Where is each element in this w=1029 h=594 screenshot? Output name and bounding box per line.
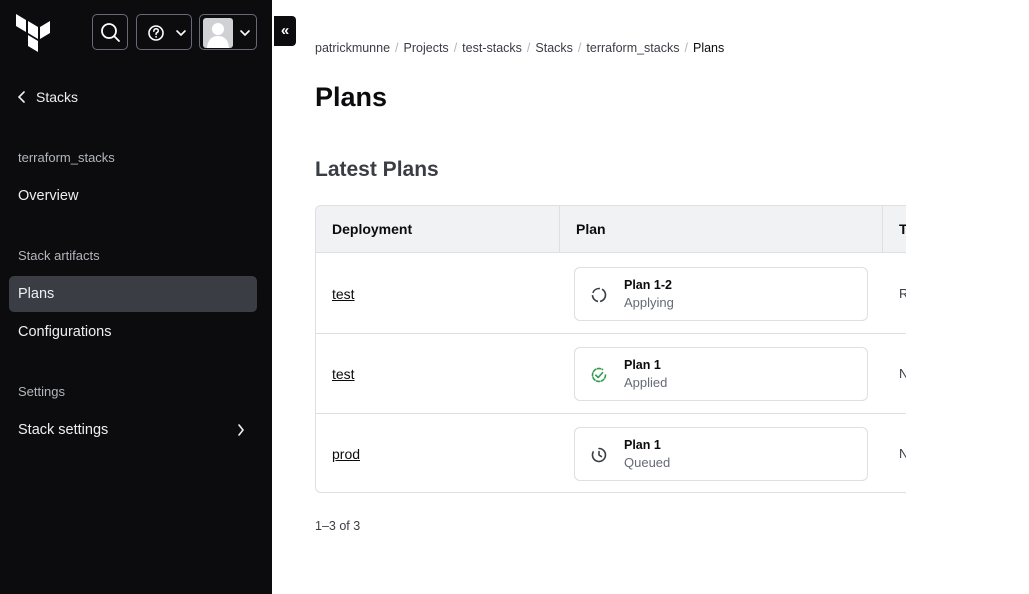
table-header: Deployment Plan T [316, 206, 906, 253]
breadcrumb-item-stacks[interactable]: Stacks [535, 41, 573, 55]
column-header-third: T [882, 206, 906, 253]
breadcrumb-item-current: Plans [692, 41, 725, 55]
sidebar-item-overview[interactable]: Overview [9, 178, 257, 214]
plan-name: Plan 1-2 [624, 278, 672, 292]
deployment-link[interactable]: prod [332, 446, 360, 462]
table-cell: R [899, 286, 906, 301]
plan-card[interactable]: Plan 1-2 Applying [574, 267, 868, 321]
table-row: prod Plan 1 Queued N [316, 414, 906, 492]
help-icon [148, 25, 186, 41]
sidebar-item-label: Configurations [18, 324, 112, 340]
clock-icon [591, 447, 607, 463]
chevron-down-icon [176, 30, 186, 37]
search-button[interactable] [92, 14, 128, 50]
stack-artifacts-heading: Stack artifacts [18, 248, 100, 263]
table-cell: N [899, 366, 906, 381]
search-icon [101, 23, 120, 42]
chevron-right-icon [238, 424, 245, 436]
chevron-left-icon [18, 91, 25, 103]
settings-heading: Settings [18, 384, 65, 399]
sidebar-item-label: Plans [18, 286, 55, 302]
avatar [203, 18, 250, 48]
plan-name: Plan 1 [624, 438, 661, 452]
applying-spinner-icon [591, 287, 607, 303]
plans-table: Deployment Plan T test Plan 1-2 Applying… [315, 205, 906, 493]
check-circle-icon [591, 367, 607, 383]
back-label: Stacks [36, 89, 79, 105]
sidebar-item-label: Stack settings [18, 422, 109, 438]
plan-card[interactable]: Plan 1 Applied [574, 347, 868, 401]
help-menu-button[interactable] [136, 14, 192, 50]
table-row: test Plan 1-2 Applying R [316, 254, 906, 334]
deployment-link[interactable]: test [332, 286, 355, 302]
breadcrumb-item-project[interactable]: test-stacks [462, 41, 522, 55]
column-header-plan: Plan [559, 206, 882, 253]
chevron-down-icon [240, 30, 250, 37]
plan-status: Applying [624, 295, 674, 310]
sidebar-item-stack-settings[interactable]: Stack settings [9, 412, 257, 448]
back-to-stacks-link[interactable]: Stacks [18, 89, 78, 105]
section-title: Latest Plans [315, 158, 439, 181]
breadcrumb-item-org[interactable]: patrickmunne [315, 41, 390, 55]
plan-status: Applied [624, 375, 668, 390]
sidebar-item-plans[interactable]: Plans [9, 276, 257, 312]
breadcrumb: patrickmunne / Projects / test-stacks / Stacks… [315, 41, 725, 55]
page-title: Plans [315, 82, 388, 112]
sidebar-item-configurations[interactable]: Configurations [9, 314, 257, 350]
pagination-info: 1–3 of 3 [315, 519, 361, 533]
plan-card[interactable]: Plan 1 Queued [574, 427, 868, 481]
table-cell: N [899, 446, 906, 461]
sidebar: Stacks terraform_stacks Overview Stack a… [0, 0, 272, 594]
plan-name: Plan 1 [624, 358, 661, 372]
stack-name-heading: terraform_stacks [18, 150, 115, 165]
deployment-link[interactable]: test [332, 366, 355, 382]
terraform-logo-icon[interactable] [16, 14, 52, 52]
collapse-sidebar-button[interactable]: « [274, 16, 296, 46]
user-menu-button[interactable] [199, 14, 257, 50]
plan-status: Queued [624, 455, 671, 470]
table-row: test Plan 1 Applied N [316, 334, 906, 414]
breadcrumb-item-projects[interactable]: Projects [404, 41, 449, 55]
breadcrumb-item-stack[interactable]: terraform_stacks [586, 41, 679, 55]
column-header-deployment: Deployment [332, 221, 413, 237]
sidebar-item-label: Overview [18, 188, 79, 204]
